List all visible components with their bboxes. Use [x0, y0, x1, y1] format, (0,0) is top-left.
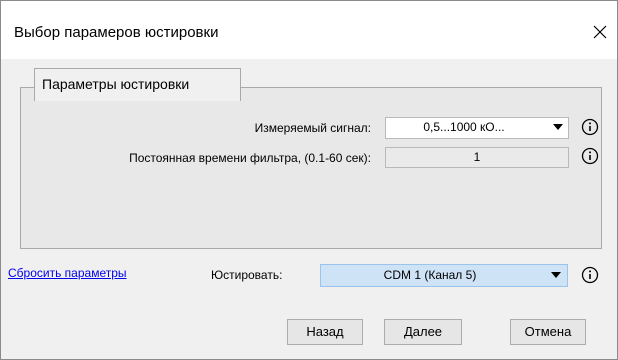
- title-bar: Выбор парамеров юстировки: [1, 1, 617, 59]
- close-icon[interactable]: [587, 19, 613, 45]
- chevron-down-icon: [551, 272, 561, 278]
- group-title: Параметры юстировки: [42, 76, 190, 92]
- settings-panel: [20, 87, 602, 249]
- filter-label: Постоянная времени фильтра, (0.1-60 сек)…: [129, 151, 371, 165]
- adjust-label: Юстировать:: [211, 268, 283, 282]
- dialog-window: Выбор парамеров юстировки Параметры юсти…: [0, 0, 618, 360]
- next-button[interactable]: Далее: [384, 319, 462, 345]
- chevron-down-icon: [553, 124, 563, 130]
- window-title: Выбор парамеров юстировки: [14, 24, 219, 41]
- signal-select[interactable]: 0,5...1000 кО...: [385, 117, 569, 139]
- cancel-button[interactable]: Отмена: [510, 319, 586, 345]
- filter-value: 1: [473, 150, 481, 164]
- reset-parameters-link[interactable]: Сбросить параметры: [8, 266, 127, 280]
- info-icon[interactable]: [581, 266, 599, 284]
- signal-label: Измеряемый сигнал:: [254, 121, 371, 135]
- info-icon[interactable]: [581, 147, 599, 165]
- back-button[interactable]: Назад: [287, 319, 363, 345]
- info-icon[interactable]: [581, 118, 599, 136]
- adjust-value: CDM 1 (Канал 5): [383, 268, 477, 282]
- signal-value: 0,5...1000 кО...: [423, 120, 505, 134]
- adjust-channel-select[interactable]: CDM 1 (Канал 5): [320, 264, 568, 287]
- group-tab: Параметры юстировки: [34, 68, 241, 101]
- filter-input[interactable]: 1: [385, 147, 569, 168]
